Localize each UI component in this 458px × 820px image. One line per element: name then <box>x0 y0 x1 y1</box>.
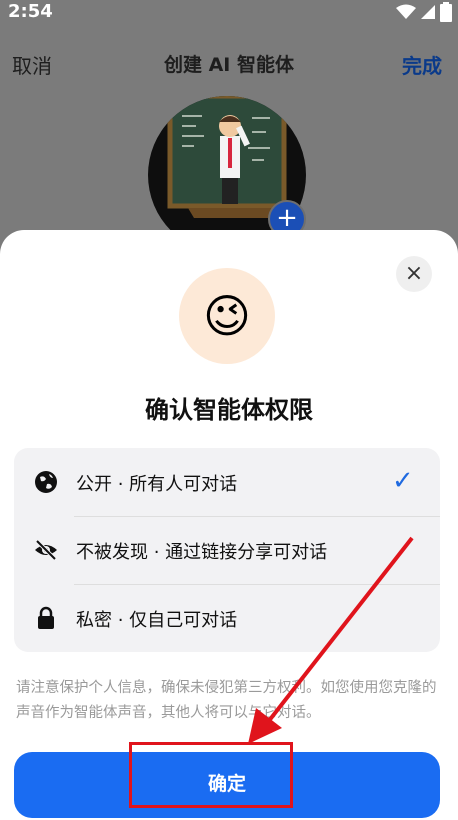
dialog-heading: 确认智能体权限 <box>145 396 313 424</box>
page-title: 创建 AI 智能体 <box>163 54 294 76</box>
system-icons <box>396 2 452 22</box>
status-bar: 2:54 <box>0 0 458 26</box>
eye-slash-icon <box>35 539 57 561</box>
done-button[interactable]: 完成 <box>402 50 442 79</box>
privacy-notice: 请注意保护个人信息，确保未侵犯第三方权利。如您使用您克隆的声音作为智能体声音，其… <box>16 680 437 721</box>
status-time: 2:54 <box>8 1 53 22</box>
wifi-icon <box>396 4 416 19</box>
option-private[interactable]: 私密 · 仅自己可对话 <box>14 584 440 652</box>
battery-icon <box>440 2 452 22</box>
option-label: 不被发现 · 通过链接分享可对话 <box>76 542 328 563</box>
wink-emoji-icon: 😉 <box>203 289 251 343</box>
close-button[interactable]: × <box>396 256 432 292</box>
annotation-highlight-box <box>129 742 293 808</box>
emoji-badge: 😉 <box>179 268 275 364</box>
permission-options: 公开 · 所有人可对话 ✓ 不被发现 · 通过链接分享可对话 私密 · 仅自己可… <box>14 448 440 652</box>
lock-icon <box>38 606 54 629</box>
option-label: 私密 · 仅自己可对话 <box>76 610 238 631</box>
top-bar: 取消 创建 AI 智能体 完成 <box>0 40 458 84</box>
option-unlisted[interactable]: 不被发现 · 通过链接分享可对话 <box>14 516 440 584</box>
avatar-container <box>148 96 306 254</box>
option-public[interactable]: 公开 · 所有人可对话 ✓ <box>14 448 440 516</box>
option-label: 公开 · 所有人可对话 <box>76 474 238 495</box>
checkmark-icon: ✓ <box>392 466 414 496</box>
globe-icon <box>35 471 57 493</box>
signal-icon <box>421 5 435 19</box>
